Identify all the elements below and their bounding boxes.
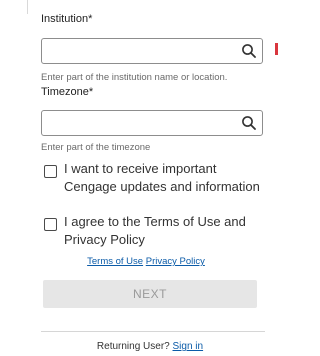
timezone-label: Timezone* [41,86,94,98]
search-icon[interactable] [241,115,257,131]
terms-checkbox[interactable] [44,218,57,231]
institution-input[interactable] [41,38,263,64]
terms-of-use-link[interactable]: Terms of Use [87,256,143,267]
error-indicator [275,43,278,55]
returning-user-text: Returning User? [96,341,170,352]
panel-edge [27,0,28,14]
updates-label: I want to receive important Cengage upda… [64,161,260,194]
divider [41,331,265,332]
timezone-hint: Enter part of the timezone [41,142,151,153]
privacy-policy-link[interactable]: Privacy Policy [146,256,205,267]
returning-user: Returning User? Sign in [0,341,278,352]
policy-links: Terms of Use Privacy Policy [0,256,278,267]
institution-hint: Enter part of the institution name or lo… [41,72,228,83]
updates-checkbox[interactable] [44,165,57,178]
search-icon[interactable] [241,43,257,59]
next-button[interactable]: NEXT [43,280,257,308]
sign-in-link[interactable]: Sign in [173,341,204,352]
registration-form: Institution* Enter part of the instituti… [0,0,278,356]
institution-label: Institution* [41,13,93,25]
terms-label: I agree to the Terms of Use and Privacy … [64,214,246,247]
timezone-input[interactable] [41,110,263,136]
